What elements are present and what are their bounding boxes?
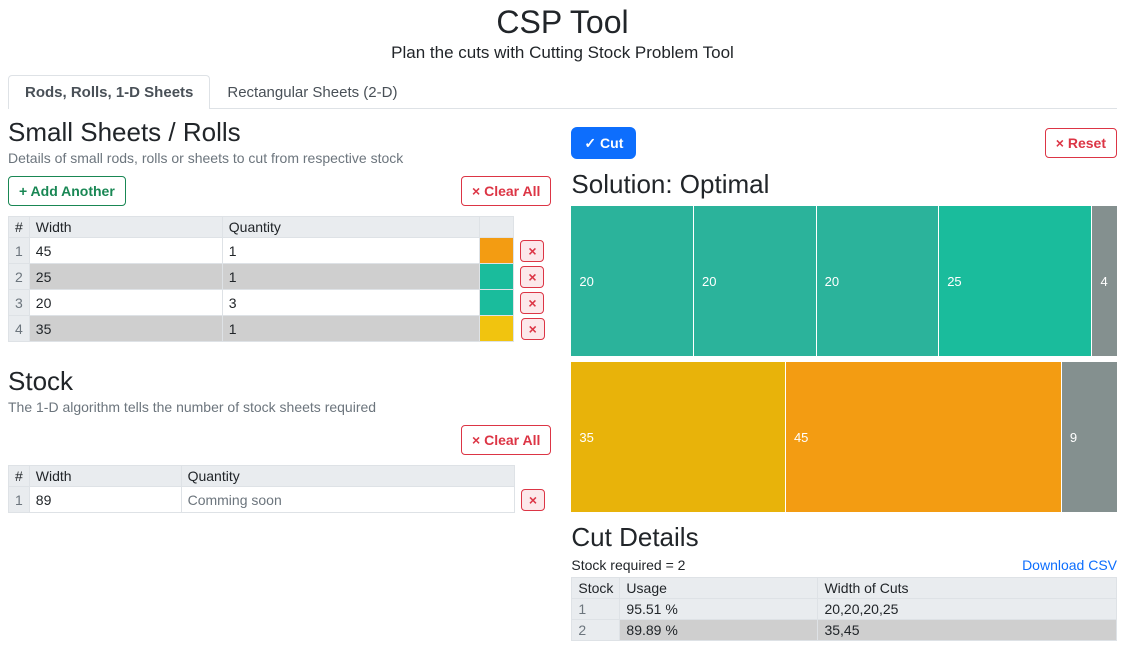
col-width: Width <box>29 466 181 487</box>
delete-row-button[interactable]: × <box>520 266 544 288</box>
solution-segment: 20 <box>817 206 940 356</box>
usage-cell: 89.89 % <box>620 620 818 641</box>
solution-segment: 35 <box>571 362 786 512</box>
solution-segment: 4 <box>1092 206 1117 356</box>
sheets-clear-all-button[interactable]: × Clear All <box>461 176 551 206</box>
tab-1d[interactable]: Rods, Rolls, 1-D Sheets <box>8 75 210 109</box>
table-row: 1451 × <box>9 238 551 264</box>
col-qty: Quantity <box>181 466 514 487</box>
cuts-cell: 20,20,20,25 <box>818 599 1117 620</box>
solution-segment: 45 <box>786 362 1062 512</box>
cuts-cell: 35,45 <box>818 620 1117 641</box>
col-cuts: Width of Cuts <box>818 578 1117 599</box>
qty-cell[interactable]: 1 <box>222 316 480 342</box>
delete-row-button[interactable]: × <box>520 292 544 314</box>
col-stock: Stock <box>572 578 620 599</box>
table-row: 2251 × <box>9 264 551 290</box>
stock-table: # Width Quantity 189Comming soon × <box>8 465 551 513</box>
table-row: 189Comming soon × <box>9 487 551 513</box>
qty-cell[interactable]: 1 <box>222 264 480 290</box>
table-row: 289.89 %35,45 <box>572 620 1117 641</box>
color-swatch <box>480 238 514 264</box>
row-idx: 2 <box>9 264 30 290</box>
delete-row-button[interactable]: × <box>521 489 545 511</box>
solution-segment: 25 <box>939 206 1092 356</box>
tabs: Rods, Rolls, 1-D Sheets Rectangular Shee… <box>8 75 1117 109</box>
cutdetails-title: Cut Details <box>571 522 1117 553</box>
stock-required-label: Stock required = 2 <box>571 557 685 573</box>
sheets-title: Small Sheets / Rolls <box>8 117 551 148</box>
usage-cell: 95.51 % <box>620 599 818 620</box>
table-row: 4351 × <box>9 316 551 342</box>
color-swatch <box>480 316 514 342</box>
width-cell[interactable]: 20 <box>29 290 222 316</box>
qty-cell[interactable]: 3 <box>222 290 480 316</box>
table-row: 3203 × <box>9 290 551 316</box>
color-swatch <box>480 264 514 290</box>
page-subtitle: Plan the cuts with Cutting Stock Problem… <box>0 43 1125 63</box>
width-cell[interactable]: 35 <box>29 316 222 342</box>
width-cell[interactable]: 45 <box>29 238 222 264</box>
qty-cell[interactable]: 1 <box>222 238 480 264</box>
delete-row-button[interactable]: × <box>520 240 544 262</box>
stock-title: Stock <box>8 366 551 397</box>
color-swatch <box>480 290 514 316</box>
delete-row-button[interactable]: × <box>521 318 545 340</box>
add-another-button[interactable]: + Add Another <box>8 176 126 206</box>
col-usage: Usage <box>620 578 818 599</box>
sheets-subtitle: Details of small rods, rolls or sheets t… <box>8 150 551 166</box>
col-idx: # <box>9 466 30 487</box>
col-action <box>514 466 551 487</box>
row-idx: 1 <box>9 487 30 513</box>
row-idx: 4 <box>9 316 30 342</box>
solution-segment: 20 <box>694 206 817 356</box>
col-width: Width <box>29 217 222 238</box>
solution-segment: 9 <box>1062 362 1117 512</box>
solution-chart: 20202025435459 <box>571 206 1117 512</box>
cut-details-table: Stock Usage Width of Cuts 195.51 %20,20,… <box>571 577 1117 641</box>
solution-row: 202020254 <box>571 206 1117 356</box>
tab-2d[interactable]: Rectangular Sheets (2-D) <box>210 75 414 109</box>
row-idx: 3 <box>9 290 30 316</box>
row-idx: 1 <box>9 238 30 264</box>
stock-idx: 2 <box>572 620 620 641</box>
stock-idx: 1 <box>572 599 620 620</box>
download-csv-link[interactable]: Download CSV <box>1022 557 1117 573</box>
col-action <box>514 217 551 238</box>
width-cell[interactable]: 25 <box>29 264 222 290</box>
sheets-table: # Width Quantity 1451×2251×3203×4351× <box>8 216 551 342</box>
page-title: CSP Tool <box>0 4 1125 41</box>
stock-clear-all-button[interactable]: × Clear All <box>461 425 551 455</box>
qty-cell[interactable]: Comming soon <box>181 487 514 513</box>
col-idx: # <box>9 217 30 238</box>
solution-row: 35459 <box>571 362 1117 512</box>
col-qty: Quantity <box>222 217 480 238</box>
solution-title: Solution: Optimal <box>571 169 1117 200</box>
table-row: 195.51 %20,20,20,25 <box>572 599 1117 620</box>
cut-button[interactable]: ✓ Cut <box>571 127 636 159</box>
col-color <box>480 217 514 238</box>
stock-subtitle: The 1-D algorithm tells the number of st… <box>8 399 551 415</box>
reset-button[interactable]: × Reset <box>1045 128 1117 158</box>
solution-segment: 20 <box>571 206 694 356</box>
width-cell[interactable]: 89 <box>29 487 181 513</box>
